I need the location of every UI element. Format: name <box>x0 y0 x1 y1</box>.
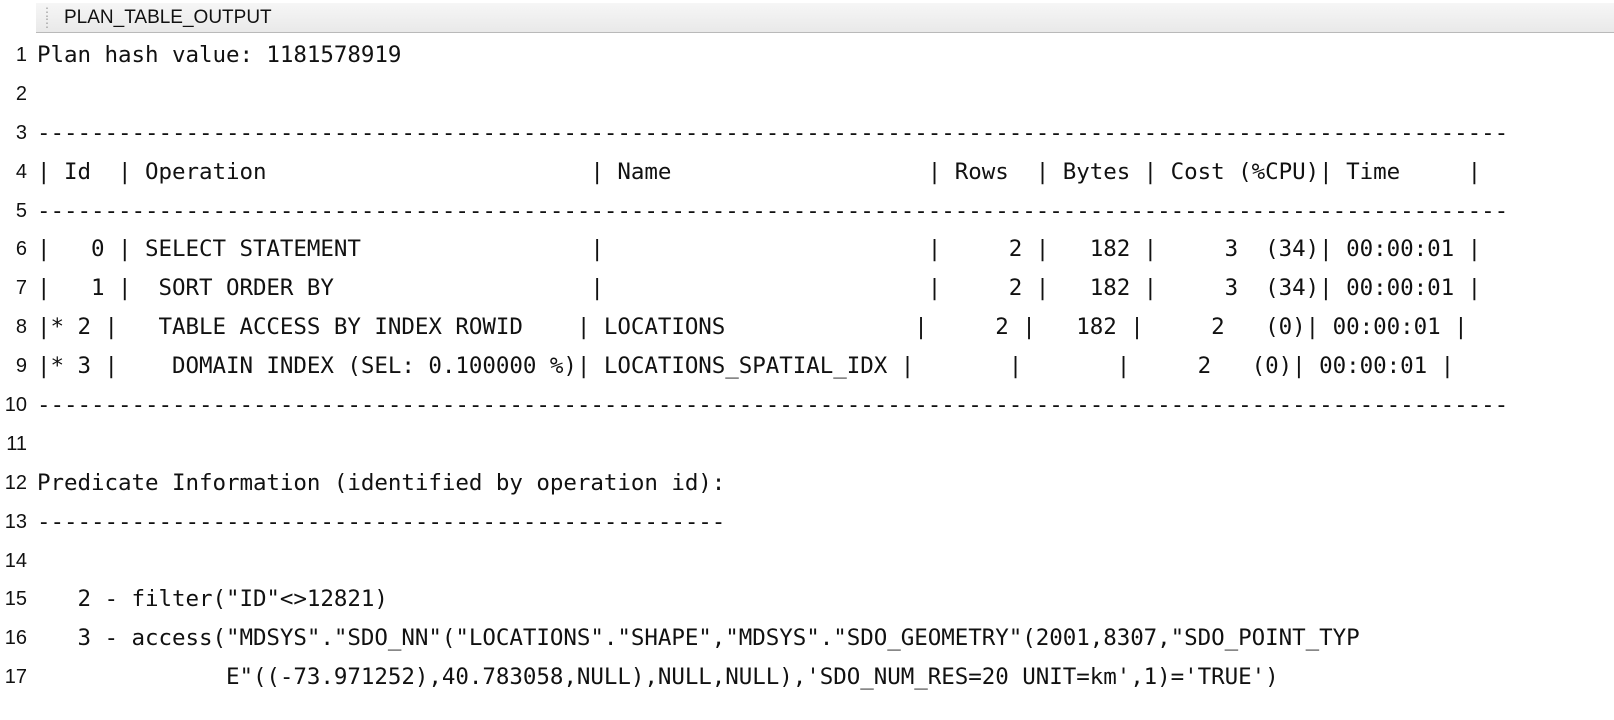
line-number: 2 <box>15 82 27 105</box>
code-line: 1 Plan hash value: 1181578919 <box>0 36 1614 75</box>
result-column-header[interactable]: ⋮ ⋮ PLAN_TABLE_OUTPUT <box>36 3 1614 33</box>
line-text: ----------------------------------------… <box>37 197 1509 224</box>
line-number: 13 <box>4 510 27 533</box>
column-resize-grip-icon[interactable]: ⋮ ⋮ <box>41 6 53 29</box>
line-text: | Id | Operation | Name | Rows | Bytes |… <box>37 158 1482 185</box>
line-number: 14 <box>4 549 27 572</box>
line-number: 11 <box>6 432 27 455</box>
line-number: 3 <box>15 121 27 144</box>
code-line: 9 |* 3 | DOMAIN INDEX (SEL: 0.100000 %)|… <box>0 347 1614 386</box>
line-number: 9 <box>15 355 27 378</box>
code-line: 11 <box>0 425 1614 464</box>
plan-output-editor[interactable]: 1 Plan hash value: 1181578919 2 3 ------… <box>0 36 1614 697</box>
line-text: ----------------------------------------… <box>37 392 1509 419</box>
code-line: 5 --------------------------------------… <box>0 192 1614 231</box>
code-line: 13 -------------------------------------… <box>0 503 1614 542</box>
line-text: | 0 | SELECT STATEMENT | | 2 | 182 | 3 (… <box>37 236 1482 263</box>
line-number: 4 <box>15 160 27 183</box>
line-text: ----------------------------------------… <box>37 508 726 535</box>
line-text: |* 2 | TABLE ACCESS BY INDEX ROWID | LOC… <box>37 314 1468 341</box>
line-number: 8 <box>15 316 27 339</box>
line-text: 3 - access("MDSYS"."SDO_NN"("LOCATIONS".… <box>37 625 1360 652</box>
code-line: 16 3 - access("MDSYS"."SDO_NN"("LOCATION… <box>0 619 1614 658</box>
line-text: 2 - filter("ID"<>12821) <box>37 586 388 613</box>
line-text: E"((-73.971252),40.783058,NULL),NULL,NUL… <box>37 664 1279 691</box>
column-header-label: PLAN_TABLE_OUTPUT <box>64 7 272 28</box>
line-number: 16 <box>4 627 27 650</box>
code-line: 7 | 1 | SORT ORDER BY | | 2 | 182 | 3 (3… <box>0 269 1614 308</box>
code-line: 14 <box>0 542 1614 581</box>
line-text: Plan hash value: 1181578919 <box>37 42 402 68</box>
line-number: 7 <box>15 277 27 300</box>
line-number: 15 <box>4 588 27 611</box>
code-line: 10 -------------------------------------… <box>0 386 1614 425</box>
code-line: 2 <box>0 75 1614 114</box>
code-line: 4 | Id | Operation | Name | Rows | Bytes… <box>0 153 1614 192</box>
line-number: 10 <box>4 394 27 417</box>
code-line: 3 --------------------------------------… <box>0 114 1614 153</box>
code-line: 6 | 0 | SELECT STATEMENT | | 2 | 182 | 3… <box>0 230 1614 269</box>
code-line: 17 E"((-73.971252),40.783058,NULL),NULL,… <box>0 658 1614 697</box>
code-line: 15 2 - filter("ID"<>12821) <box>0 580 1614 619</box>
line-text: Predicate Information (identified by ope… <box>37 469 726 496</box>
line-text: | 1 | SORT ORDER BY | | 2 | 182 | 3 (34)… <box>37 275 1482 302</box>
line-number: 1 <box>15 44 27 66</box>
line-text: |* 3 | DOMAIN INDEX (SEL: 0.100000 %)| L… <box>37 353 1455 380</box>
line-text: ----------------------------------------… <box>37 119 1509 146</box>
line-number: 5 <box>15 199 27 222</box>
line-number: 17 <box>4 666 27 689</box>
code-line: 8 |* 2 | TABLE ACCESS BY INDEX ROWID | L… <box>0 308 1614 347</box>
line-number: 6 <box>15 238 27 261</box>
line-number: 12 <box>4 471 27 494</box>
code-line: 12 Predicate Information (identified by … <box>0 464 1614 503</box>
